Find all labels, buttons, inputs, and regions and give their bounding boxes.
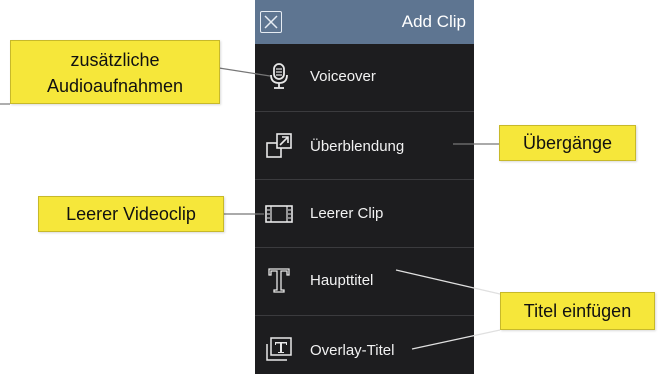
titles-connector-line — [395, 269, 501, 295]
callout-text: zusätzliche — [70, 50, 160, 70]
callout-text: Audioaufnahmen — [46, 76, 184, 96]
callout-empty-clip: Leerer Videoclip — [38, 196, 224, 232]
titles-connector-line — [411, 329, 501, 350]
callout-transitions: Übergänge — [499, 125, 636, 161]
audio-connector-line — [218, 67, 271, 77]
callout-additional-audio: zusätzliche Audioaufnahmen — [10, 40, 220, 104]
callout-insert-titles: Titel einfügen — [500, 292, 655, 330]
